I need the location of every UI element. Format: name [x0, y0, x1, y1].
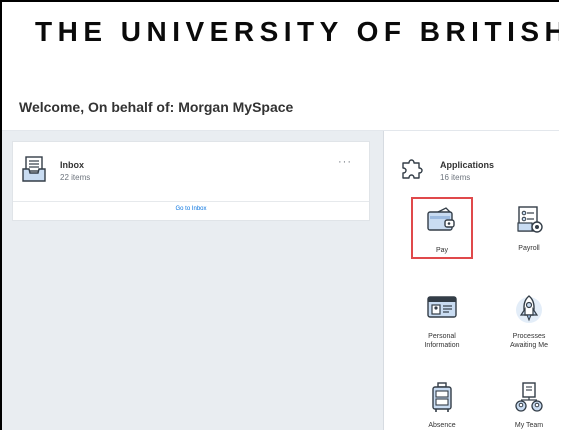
university-title: THE UNIVERSITY OF BRITISH C [35, 16, 559, 47]
team-icon [515, 382, 543, 412]
left-column: Inbox 22 items ··· Go to Inbox [2, 131, 384, 430]
app-tile-label: Absence [428, 422, 456, 429]
inbox-card[interactable]: Inbox 22 items ··· Go to Inbox [12, 141, 370, 221]
app-tile-payroll[interactable]: Payroll [498, 197, 559, 259]
app-tile-label: My Team [514, 422, 544, 429]
inbox-divider [13, 201, 369, 202]
inbox-count: 22 items [60, 173, 91, 182]
app-window: THE UNIVERSITY OF BRITISH C Welcome, On … [0, 0, 559, 430]
applications-panel: Applications 16 items Pay Payroll Person… [384, 131, 559, 430]
app-tile-personal-information[interactable]: Personal Information [411, 285, 473, 350]
welcome-bar: Welcome, On behalf of: Morgan MySpace [2, 90, 559, 131]
wallet-icon [427, 207, 455, 231]
app-tile-label: Pay [435, 247, 449, 254]
payroll-icon [517, 206, 543, 233]
app-tile-my-team[interactable]: My Team [498, 373, 559, 430]
university-banner: THE UNIVERSITY OF BRITISH C [2, 2, 559, 90]
rocket-icon [516, 295, 542, 323]
app-tile-label-line: Information [424, 342, 460, 349]
inbox-icon [22, 156, 46, 182]
applications-count: 16 items [440, 173, 471, 182]
home-content: Inbox 22 items ··· Go to Inbox Applicati… [2, 131, 559, 430]
welcome-text: Welcome, On behalf of: Morgan MySpace [19, 99, 294, 115]
puzzle-icon [402, 159, 423, 179]
id-card-icon [427, 296, 457, 318]
applications-title: Applications [440, 160, 495, 170]
app-tile-absence[interactable]: Absence [411, 373, 473, 430]
app-tile-pay[interactable]: Pay [411, 197, 473, 259]
app-tile-label: Payroll [518, 245, 540, 252]
more-options-button[interactable]: ··· [338, 156, 352, 168]
app-tile-processes-awaiting-me[interactable]: Processes Awaiting Me [498, 285, 559, 350]
luggage-icon [432, 382, 452, 412]
app-tile-label: Processes Awaiting Me [498, 332, 559, 350]
app-tile-label-line: Personal [428, 333, 456, 340]
app-tile-label-line: Processes [512, 333, 546, 340]
app-tile-label: Personal Information [411, 332, 473, 350]
inbox-title: Inbox [60, 160, 84, 170]
app-tile-label-line: Awaiting Me [509, 342, 548, 349]
go-to-inbox-link[interactable]: Go to Inbox [13, 206, 369, 212]
